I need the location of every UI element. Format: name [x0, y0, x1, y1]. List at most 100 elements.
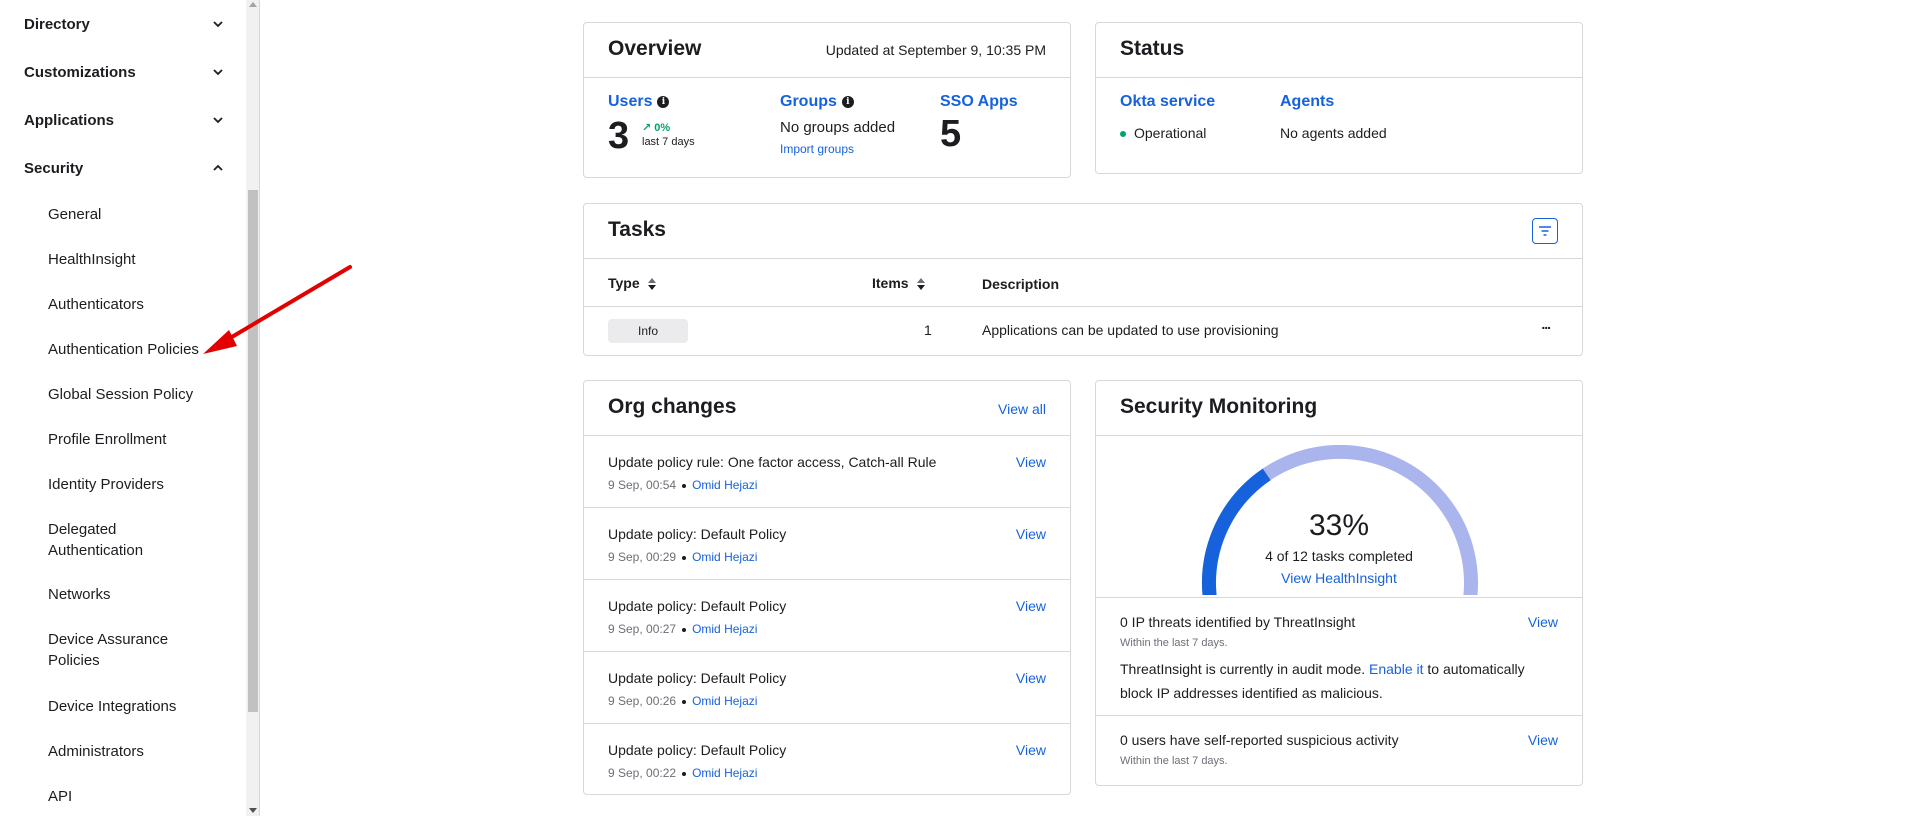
view-link[interactable]: View [1016, 454, 1046, 470]
change-title: Update policy: Default Policy [608, 670, 787, 686]
chevron-up-icon [213, 164, 223, 171]
status-title: Status [1120, 37, 1185, 60]
overview-title: Overview [608, 37, 702, 60]
nav-group-security[interactable]: Security [24, 154, 225, 182]
sidebar-item-identity-providers[interactable]: Identity Providers [48, 474, 218, 495]
org-changes-title: Org changes [608, 395, 737, 418]
tasks-title: Tasks [608, 218, 666, 241]
sidebar-item-delegated-authentication[interactable]: Delegated Authentication [48, 519, 158, 561]
sidebar-item-networks[interactable]: Networks [48, 584, 218, 605]
list-item: Update policy: Default Policy 9 Sep, 00:… [584, 580, 1070, 652]
sso-apps-link[interactable]: SSO Apps [940, 93, 1018, 110]
nav-group-label: Customizations [24, 63, 136, 81]
okta-state: Operational [1134, 125, 1207, 141]
chevron-down-icon [213, 21, 223, 28]
list-item: Update policy: Default Policy 9 Sep, 00:… [584, 508, 1070, 580]
security-monitoring-header: Security Monitoring [1096, 381, 1582, 436]
view-link[interactable]: View [1016, 670, 1046, 686]
change-meta: 9 Sep, 00:26 Omid Hejazi [608, 694, 758, 708]
tasks-completed: 4 of 12 tasks completed [1265, 548, 1413, 564]
task-type-badge: Info [608, 319, 688, 343]
view-link[interactable]: View [1016, 526, 1046, 542]
chevron-down-icon [213, 69, 223, 76]
enable-it-link[interactable]: Enable it [1369, 661, 1423, 677]
sidebar-item-general[interactable]: General [48, 204, 218, 225]
trend-up-icon: ↗ [642, 122, 652, 134]
sort-icon[interactable] [647, 277, 657, 291]
users-link[interactable]: Users [608, 93, 652, 110]
change-meta: 9 Sep, 00:54 Omid Hejazi [608, 478, 758, 492]
suspicious-period: Within the last 7 days. [1120, 755, 1228, 767]
nav-group-label: Directory [24, 15, 90, 33]
org-changes-card: Org changes View all Update policy rule:… [583, 380, 1071, 795]
info-icon[interactable]: i [657, 96, 670, 108]
sort-icon[interactable] [916, 277, 926, 291]
security-monitoring-card: Security Monitoring 33% 4 of 12 tasks co… [1095, 380, 1583, 786]
nav-group-label: Security [24, 159, 84, 177]
change-title: Update policy rule: One factor access, C… [608, 454, 937, 470]
list-item: Update policy: Default Policy 9 Sep, 00:… [584, 652, 1070, 724]
scroll-up-arrow-icon[interactable] [249, 2, 257, 7]
groups-link[interactable]: Groups [780, 93, 837, 110]
import-groups-link[interactable]: Import groups [780, 142, 920, 156]
suspicious-title: 0 users have self-reported suspicious ac… [1120, 732, 1399, 748]
threats-view-link[interactable]: View [1528, 614, 1558, 630]
gauge-percent: 33% [1308, 509, 1370, 542]
nav-group-applications[interactable]: Applications [24, 106, 225, 134]
col-header-items[interactable]: Items [872, 275, 926, 291]
view-all-link[interactable]: View all [998, 401, 1046, 417]
sidebar-item-authenticators[interactable]: Authenticators [48, 294, 218, 315]
view-healthinsight-link[interactable]: View HealthInsight [1096, 570, 1582, 586]
okta-service-link[interactable]: Okta service [1120, 93, 1215, 111]
sidebar-item-global-session-policy[interactable]: Global Session Policy [48, 384, 218, 405]
col-header-description: Description [982, 276, 1060, 292]
overview-header: Overview Updated at September 9, 10:35 P… [584, 23, 1070, 78]
user-link[interactable]: Omid Hejazi [692, 766, 757, 780]
change-title: Update policy: Default Policy [608, 526, 787, 542]
sidebar-item-device-assurance-policies[interactable]: Device Assurance Policies [48, 629, 188, 671]
sso-stat: SSO Apps 5 [940, 93, 1018, 156]
user-link[interactable]: Omid Hejazi [692, 550, 757, 564]
view-link[interactable]: View [1016, 598, 1046, 614]
agents-link[interactable]: Agents [1280, 93, 1387, 111]
info-icon[interactable]: i [841, 96, 854, 108]
sidebar-item-profile-enrollment[interactable]: Profile Enrollment [48, 429, 218, 450]
user-link[interactable]: Omid Hejazi [692, 694, 757, 708]
nav-group-customizations[interactable]: Customizations [24, 58, 225, 86]
nav-group-label: Applications [24, 111, 115, 129]
annotation-arrow-icon [203, 265, 352, 354]
tasks-header: Tasks [584, 204, 1582, 259]
user-link[interactable]: Omid Hejazi [692, 622, 757, 636]
operational-dot-icon [1120, 131, 1126, 138]
agents-stat: Agents No agents added [1280, 93, 1387, 141]
security-monitoring-title: Security Monitoring [1120, 395, 1318, 418]
status-card: Status Okta service Operational Agents N… [1095, 22, 1583, 174]
col-header-type[interactable]: Type [608, 275, 657, 291]
filter-icon [1539, 226, 1551, 236]
sidebar-item-administrators[interactable]: Administrators [48, 741, 218, 762]
user-link[interactable]: Omid Hejazi [692, 478, 757, 492]
threats-period: Within the last 7 days. [1120, 637, 1228, 649]
threats-title: 0 IP threats identified by ThreatInsight [1120, 614, 1356, 630]
sidebar-item-api[interactable]: API [48, 786, 218, 807]
more-actions-icon[interactable]: ... [1541, 316, 1551, 332]
status-header: Status [1096, 23, 1582, 78]
groups-text: No groups added [780, 119, 896, 136]
nav-group-directory[interactable]: Directory [24, 10, 225, 38]
agents-state: No agents added [1280, 125, 1387, 141]
users-period: last 7 days [642, 136, 695, 148]
filter-button[interactable] [1532, 218, 1558, 244]
overview-updated: Updated at September 9, 10:35 PM [825, 42, 1046, 58]
sidebar-item-healthinsight[interactable]: HealthInsight [48, 249, 218, 270]
scroll-down-arrow-icon[interactable] [249, 808, 257, 813]
sidebar-item-device-integrations[interactable]: Device Integrations [48, 696, 218, 717]
okta-service-stat: Okta service Operational [1120, 93, 1215, 141]
groups-stat: Groups i No groups added Import groups [780, 93, 920, 156]
overview-card: Overview Updated at September 9, 10:35 P… [583, 22, 1071, 178]
sso-count: 5 [940, 113, 962, 155]
task-items: 1 [924, 322, 932, 338]
view-link[interactable]: View [1016, 742, 1046, 758]
sidebar-scrollbar[interactable] [246, 0, 259, 816]
suspicious-view-link[interactable]: View [1528, 732, 1558, 748]
sidebar-item-authentication-policies[interactable]: Authentication Policies [48, 339, 218, 360]
